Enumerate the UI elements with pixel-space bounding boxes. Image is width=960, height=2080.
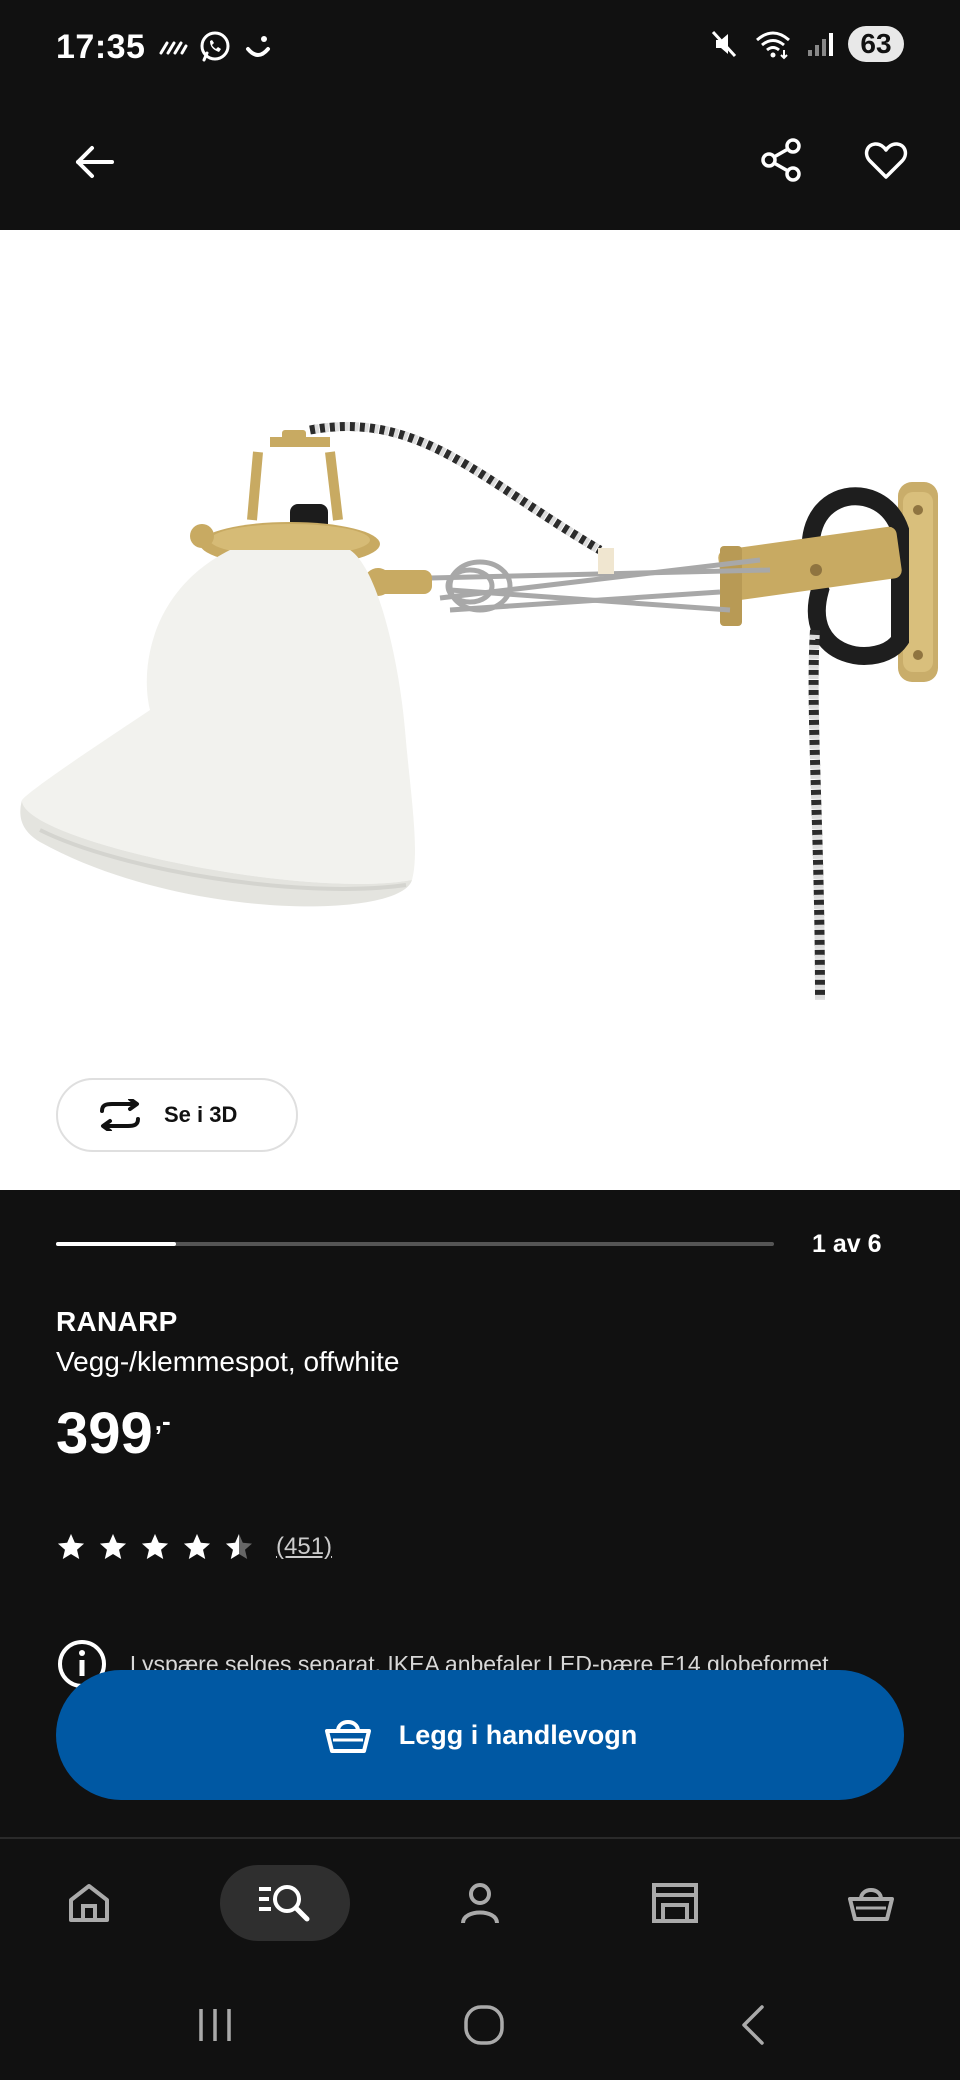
favorite-button[interactable] bbox=[854, 128, 918, 192]
store-icon bbox=[652, 1883, 698, 1923]
back-chevron-icon bbox=[742, 2005, 764, 2045]
nav-cart[interactable] bbox=[806, 1865, 936, 1941]
gallery-progress-bar bbox=[56, 1242, 774, 1246]
basket-icon bbox=[324, 1720, 371, 1753]
home-circle-icon bbox=[464, 2005, 504, 2045]
status-bar: 17:35 63 bbox=[0, 0, 960, 96]
star-half-icon bbox=[226, 1534, 252, 1559]
recents-button[interactable] bbox=[180, 1997, 250, 2053]
back-arrow-icon bbox=[76, 146, 114, 178]
status-time: 17:35 bbox=[56, 28, 146, 66]
system-home-button[interactable] bbox=[449, 1997, 519, 2053]
whatsapp-icon bbox=[200, 31, 230, 62]
star-full-icon bbox=[142, 1534, 168, 1559]
view-3d-label: Se i 3D bbox=[164, 1102, 238, 1127]
gallery-progress-fill bbox=[56, 1242, 176, 1246]
nav-home[interactable] bbox=[24, 1865, 154, 1941]
product-rating[interactable]: (451) bbox=[56, 1532, 332, 1562]
system-back-button[interactable] bbox=[718, 1997, 788, 2053]
rating-stars bbox=[56, 1532, 254, 1562]
price-value: 399 bbox=[56, 1401, 153, 1466]
status-left-icons bbox=[158, 30, 274, 64]
star-full-icon bbox=[184, 1534, 210, 1559]
system-navigation-bar bbox=[0, 1969, 960, 2080]
mute-icon bbox=[711, 30, 737, 58]
product-description: Vegg-/klemmespot, offwhite bbox=[56, 1346, 400, 1377]
rotate-3d-icon bbox=[100, 1099, 140, 1131]
gallery-counter: 1 av 6 bbox=[812, 1230, 882, 1258]
price-suffix: ,- bbox=[154, 1406, 171, 1436]
add-to-cart-label: Legg i handlevogn bbox=[398, 1719, 638, 1750]
heart-icon bbox=[864, 142, 908, 179]
profile-icon bbox=[461, 1883, 499, 1924]
signal-stream-icon bbox=[159, 41, 188, 55]
bottom-navigation bbox=[0, 1839, 960, 1969]
battery-indicator: 63 bbox=[848, 26, 904, 62]
home-icon bbox=[69, 1884, 109, 1922]
product-name: RANARP bbox=[56, 1306, 178, 1337]
lamp-product-image bbox=[20, 422, 938, 1001]
recents-icon bbox=[199, 2009, 231, 2041]
nav-search[interactable] bbox=[220, 1865, 350, 1941]
nav-profile[interactable] bbox=[415, 1865, 545, 1941]
nav-store[interactable] bbox=[610, 1865, 740, 1941]
share-icon bbox=[761, 138, 801, 182]
review-count-link[interactable]: (451) bbox=[276, 1533, 332, 1561]
view-3d-button[interactable]: Se i 3D bbox=[56, 1078, 298, 1152]
add-to-cart-button[interactable]: Legg i handlevogn bbox=[56, 1670, 904, 1800]
wifi-icon bbox=[756, 31, 790, 60]
product-image-gallery[interactable]: Se i 3D bbox=[0, 230, 960, 1190]
star-full-icon bbox=[58, 1534, 84, 1559]
cell-signal-icon bbox=[808, 33, 833, 56]
star-full-icon bbox=[100, 1534, 126, 1559]
share-button[interactable] bbox=[750, 128, 814, 192]
status-right: 63 bbox=[708, 26, 904, 62]
product-price: 399 ,- bbox=[56, 1400, 171, 1467]
cart-icon bbox=[848, 1888, 894, 1921]
search-icon bbox=[259, 1885, 310, 1922]
back-button[interactable] bbox=[62, 130, 126, 194]
smile-icon bbox=[246, 36, 270, 57]
app-bar bbox=[0, 96, 960, 230]
